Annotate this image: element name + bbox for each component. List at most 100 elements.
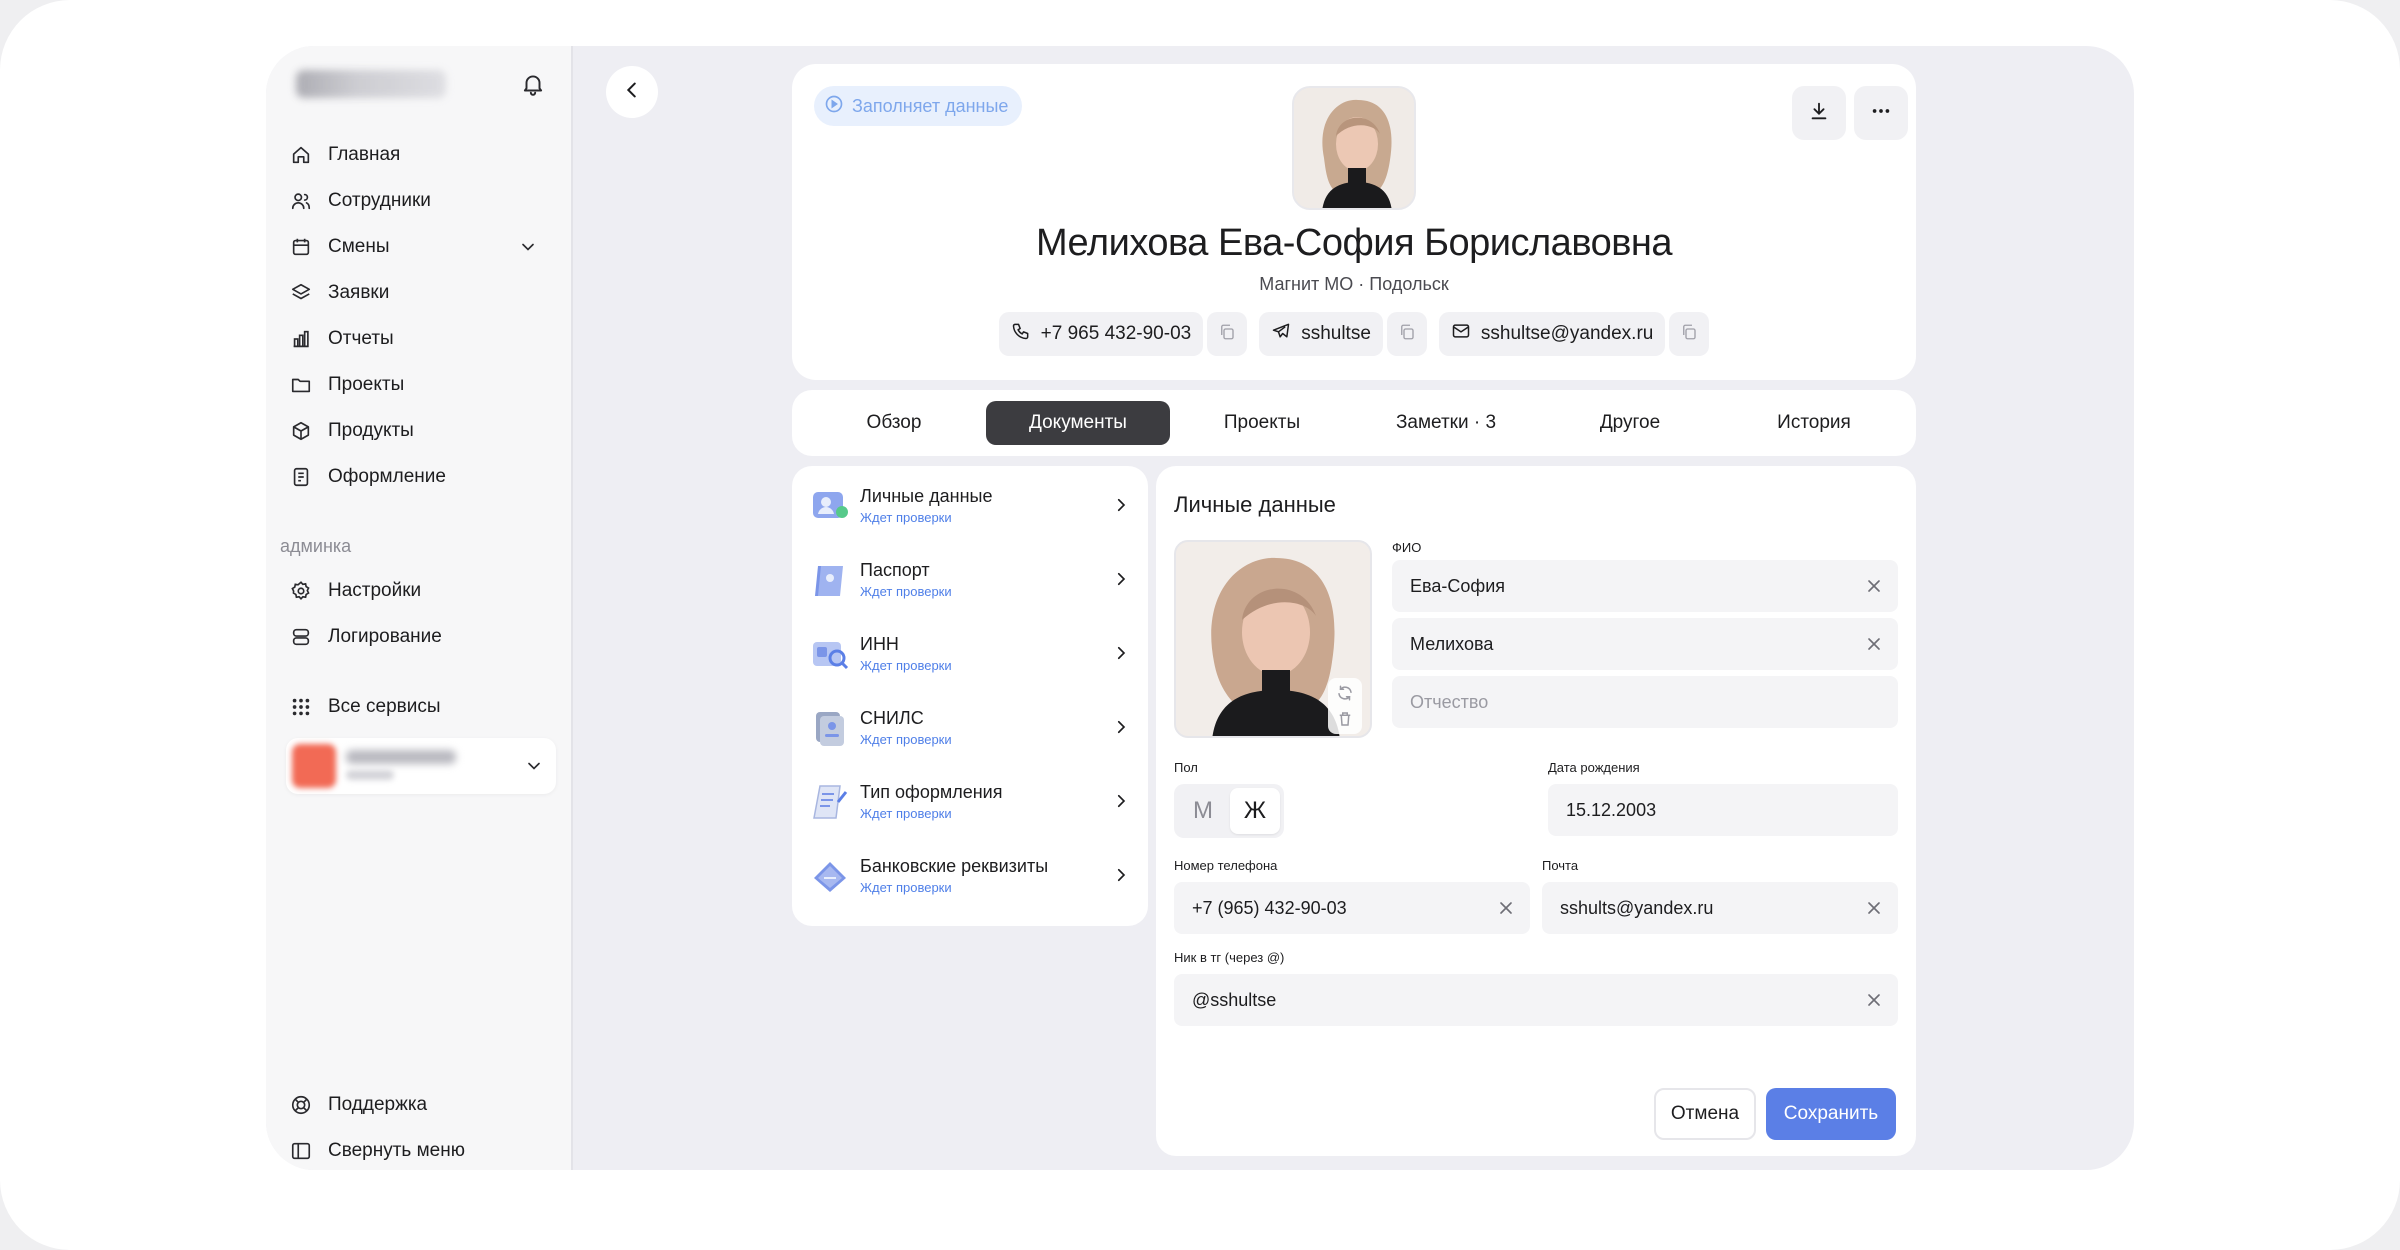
company-logo (292, 744, 336, 788)
person-location: Магнит МО · Подольск (1259, 274, 1449, 294)
contacts-row: +7 965 432-90-03 sshultse sshultse@yande… (792, 312, 1916, 356)
nav-label: Заявки (328, 282, 390, 303)
close-icon[interactable] (1864, 634, 1884, 654)
chevron-right-icon (1112, 718, 1130, 736)
nav-item-settings[interactable]: Настройки (290, 572, 550, 610)
doc-title: Банковские реквизиты (860, 856, 1049, 876)
doc-title: Тип оформления (860, 782, 1003, 802)
nav-label: Оформление (328, 466, 446, 487)
phone-chip[interactable]: +7 965 432-90-03 (998, 312, 1204, 356)
birth-date-field[interactable]: 15.12.2003 (1548, 784, 1898, 836)
email-field[interactable]: sshults@yandex.ru (1542, 882, 1898, 934)
phone-field[interactable]: +7 (965) 432-90-03 (1174, 882, 1530, 934)
brand-logo (296, 70, 446, 98)
copy-icon (1680, 323, 1698, 346)
download-button[interactable] (1792, 86, 1846, 140)
first-name-field[interactable]: Ева-София (1392, 560, 1898, 612)
refresh-icon[interactable] (1336, 684, 1354, 707)
box-icon (290, 420, 312, 442)
phone-text: +7 965 432-90-03 (1040, 323, 1192, 344)
nav-item-reports[interactable]: Отчеты (290, 320, 550, 358)
more-button[interactable] (1854, 86, 1908, 140)
nav-item-products[interactable]: Продукты (290, 412, 550, 450)
nav-label: Продукты (328, 420, 414, 441)
mail-icon (1451, 321, 1471, 347)
copy-phone-button[interactable] (1207, 312, 1248, 356)
telegram-field[interactable]: @sshultse (1174, 974, 1898, 1026)
gender-male-option[interactable]: М (1178, 788, 1228, 834)
birth-date-label: Дата рождения (1548, 760, 1640, 775)
bell-icon[interactable] (520, 70, 546, 98)
nav-item-support[interactable]: Поддержка (290, 1086, 550, 1124)
doc-item-employment-type[interactable]: Тип оформления Ждет проверки (792, 768, 1148, 842)
telegram-chip[interactable]: sshultse (1259, 312, 1383, 356)
nav-item-requests[interactable]: Заявки (290, 274, 550, 312)
nav-label: Проекты (328, 374, 405, 395)
chevron-down-icon[interactable] (518, 237, 538, 257)
status-text: Заполняет данные (852, 95, 1009, 116)
download-icon (1808, 100, 1830, 127)
tax-id-icon (810, 634, 850, 674)
patronymic-field[interactable]: Отчество (1392, 676, 1898, 728)
chevron-right-icon (1112, 570, 1130, 588)
nav-label: Поддержка (328, 1094, 428, 1115)
last-name-field[interactable]: Мелихова (1392, 618, 1898, 670)
doc-item-passport[interactable]: Паспорт Ждет проверки (792, 546, 1148, 620)
collapse-menu-button[interactable]: Свернуть меню (290, 1132, 550, 1170)
form-title: Личные данные (1174, 492, 1336, 517)
doc-item-personal-data[interactable]: Личные данные Ждет проверки (792, 472, 1148, 546)
tab-documents[interactable]: Документы (986, 401, 1170, 445)
play-circle-icon (824, 94, 844, 119)
nav-label: Смены (328, 236, 390, 257)
company-switcher[interactable] (286, 738, 556, 794)
close-icon[interactable] (1864, 990, 1884, 1010)
nav-item-home[interactable]: Главная (290, 136, 550, 174)
close-icon[interactable] (1864, 576, 1884, 596)
chevron-right-icon (1112, 496, 1130, 514)
copy-icon (1398, 323, 1416, 346)
nav-item-projects[interactable]: Проекты (290, 366, 550, 404)
gender-female-option[interactable]: Ж (1230, 788, 1280, 834)
calendar-icon (290, 236, 312, 258)
copy-email-button[interactable] (1669, 312, 1710, 356)
contact-phone: +7 965 432-90-03 (998, 312, 1248, 356)
doc-item-bank-details[interactable]: Банковские реквизиты Ждет проверки (792, 842, 1148, 916)
nav-label: Свернуть меню (328, 1140, 465, 1161)
nav-label: Логирование (328, 626, 442, 647)
id-card-icon (810, 486, 850, 526)
doc-status: Ждет проверки (860, 510, 952, 525)
nav-item-logging[interactable]: Логирование (290, 618, 550, 656)
fio-label: ФИО (1392, 540, 1422, 555)
person-name: Мелихова Ева-София Бориславовна (1035, 222, 1673, 264)
tab-projects[interactable]: Проекты (1170, 401, 1354, 445)
nav-item-shifts[interactable]: Смены (290, 228, 550, 266)
doc-title: Личные данные (860, 486, 993, 506)
folder-icon (290, 374, 312, 396)
close-icon[interactable] (1496, 898, 1516, 918)
tab-notes[interactable]: Заметки · 3 (1354, 401, 1538, 445)
trash-icon[interactable] (1336, 710, 1354, 733)
email-chip[interactable]: sshultse@yandex.ru (1438, 312, 1666, 356)
doc-item-snils[interactable]: СНИЛС Ждет проверки (792, 694, 1148, 768)
home-icon (290, 144, 312, 166)
all-services-link[interactable]: Все сервисы (290, 688, 550, 726)
chevron-down-icon (524, 756, 544, 776)
tab-history[interactable]: История (1722, 401, 1906, 445)
doc-status: Ждет проверки (860, 584, 952, 599)
birth-date-value: 15.12.2003 (1566, 799, 1657, 820)
doc-title: ИНН (860, 634, 899, 654)
tab-overview[interactable]: Обзор (802, 401, 986, 445)
nav-item-employees[interactable]: Сотрудники (290, 182, 550, 220)
chevron-right-icon (1112, 866, 1130, 884)
bank-card-icon (810, 856, 850, 896)
doc-item-inn[interactable]: ИНН Ждет проверки (792, 620, 1148, 694)
tab-other[interactable]: Другое (1538, 401, 1722, 445)
save-button[interactable]: Сохранить (1766, 1088, 1896, 1140)
close-icon[interactable] (1864, 898, 1884, 918)
back-button[interactable] (606, 66, 658, 118)
cancel-button[interactable]: Отмена (1654, 1088, 1756, 1140)
doc-status: Ждет проверки (860, 880, 952, 895)
company-sub-blurred (346, 770, 394, 780)
copy-telegram-button[interactable] (1386, 312, 1427, 356)
nav-item-registration[interactable]: Оформление (290, 458, 550, 496)
